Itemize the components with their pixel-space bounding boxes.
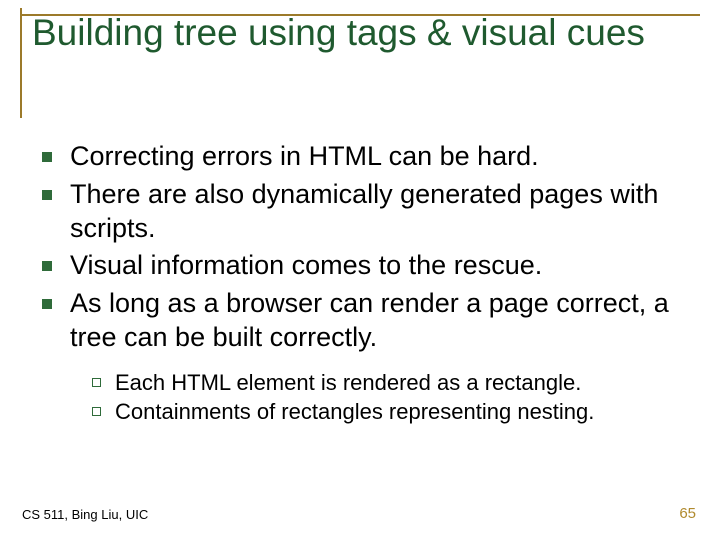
slide-number: 65 <box>679 505 696 522</box>
bullet-text: There are also dynamically generated pag… <box>70 178 690 246</box>
sub-bullet-block: Each HTML element is rendered as a recta… <box>92 369 690 426</box>
slide-title: Building tree using tags & visual cues <box>20 8 700 56</box>
list-item: Each HTML element is rendered as a recta… <box>92 369 690 397</box>
list-item: Containments of rectangles representing … <box>92 398 690 426</box>
slide: Building tree using tags & visual cues C… <box>0 0 720 540</box>
bullet-text: Visual information comes to the rescue. <box>70 249 542 283</box>
bullet-text: Correcting errors in HTML can be hard. <box>70 140 539 174</box>
body-content: Correcting errors in HTML can be hard. T… <box>42 140 690 428</box>
sub-bullet-text: Containments of rectangles representing … <box>115 398 594 426</box>
square-bullet-icon <box>42 190 52 200</box>
list-item: Correcting errors in HTML can be hard. <box>42 140 690 174</box>
footer-left: CS 511, Bing Liu, UIC <box>22 507 148 522</box>
list-item: Visual information comes to the rescue. <box>42 249 690 283</box>
list-item: There are also dynamically generated pag… <box>42 178 690 246</box>
square-bullet-icon <box>42 152 52 162</box>
hollow-square-bullet-icon <box>92 378 101 387</box>
bullet-text: As long as a browser can render a page c… <box>70 287 690 355</box>
square-bullet-icon <box>42 299 52 309</box>
title-block: Building tree using tags & visual cues <box>20 8 700 56</box>
list-item: As long as a browser can render a page c… <box>42 287 690 355</box>
hollow-square-bullet-icon <box>92 407 101 416</box>
sub-bullet-text: Each HTML element is rendered as a recta… <box>115 369 581 397</box>
square-bullet-icon <box>42 261 52 271</box>
title-accent-bar <box>20 8 22 118</box>
